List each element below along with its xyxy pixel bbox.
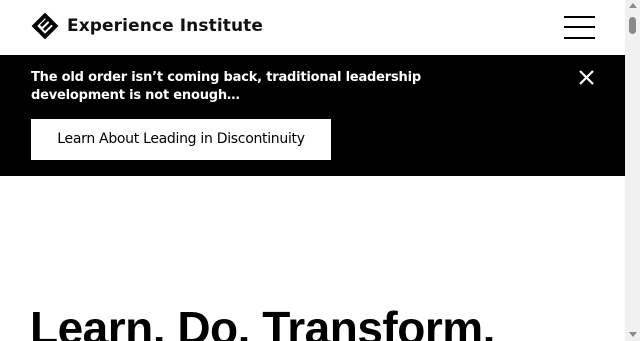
vertical-scrollbar[interactable] [625,0,640,341]
scroll-down-arrow-icon[interactable] [629,332,637,337]
menu-icon-line [564,26,595,28]
banner-close-button[interactable] [577,68,596,87]
close-icon [579,70,594,85]
announcement-banner: The old order isn’t coming back, traditi… [0,55,625,176]
logo-icon [31,12,59,40]
brand-name: Experience Institute [67,16,264,36]
logo-link[interactable]: Experience Institute [31,12,263,40]
menu-icon-line [564,16,595,18]
scrollbar-thumb[interactable] [629,17,636,34]
leading-in-discontinuity-button[interactable]: Learn About Leading in Discontinuity [31,119,331,160]
menu-icon-line [564,37,595,39]
banner-message: The old order isn’t coming back, traditi… [31,70,421,103]
scroll-up-arrow-icon[interactable] [629,3,637,8]
hero-title: Learn. Do. Transform. [30,302,495,341]
page: Experience Institute The old order isn’t… [0,0,625,341]
menu-button[interactable] [564,16,595,39]
site-header: Experience Institute [0,0,625,55]
